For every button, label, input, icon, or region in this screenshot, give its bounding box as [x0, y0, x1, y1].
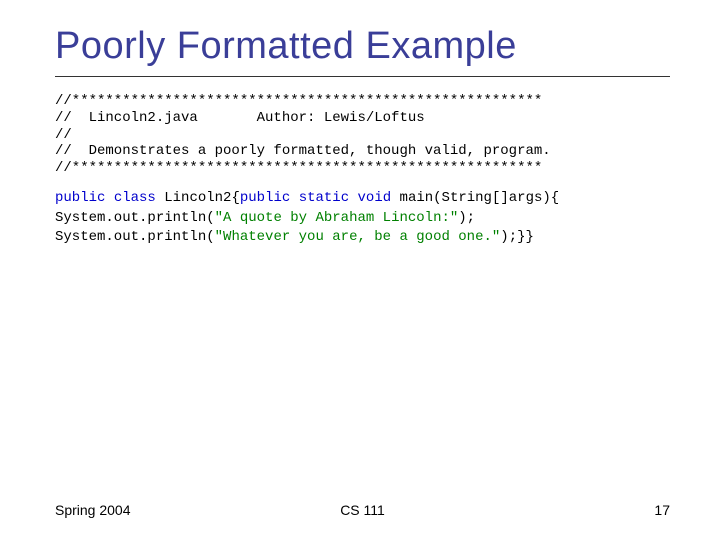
code-body: public class Lincoln2{public static void… [55, 189, 670, 248]
space [156, 190, 164, 206]
println-1b: ); [458, 210, 475, 226]
comment-line-2: // Lincoln2.java Author: Lewis/Loftus [55, 110, 425, 126]
comment-line-3: // [55, 127, 72, 143]
comment-line-4: // Demonstrates a poorly formatted, thou… [55, 143, 551, 159]
println-2a: System.out.println( [55, 229, 215, 245]
footer-left: Spring 2004 [55, 502, 131, 518]
println-2b: );}} [500, 229, 534, 245]
space [105, 190, 113, 206]
class-name: Lincoln2{ [164, 190, 240, 206]
comment-line-5: //**************************************… [55, 160, 542, 176]
string-2: "Whatever you are, be a good one." [215, 229, 501, 245]
kw-static: static [299, 190, 349, 206]
title-rule [55, 76, 670, 77]
footer: Spring 2004 CS 111 17 [55, 502, 670, 518]
space [391, 190, 399, 206]
kw-class: class [114, 190, 156, 206]
kw-public-2: public [240, 190, 290, 206]
println-1a: System.out.println( [55, 210, 215, 226]
main-head: main(String[]args){ [400, 190, 560, 206]
comment-block: //**************************************… [55, 93, 670, 177]
slide-title: Poorly Formatted Example [55, 25, 670, 68]
string-1: "A quote by Abraham Lincoln:" [215, 210, 459, 226]
comment-line-1: //**************************************… [55, 93, 542, 109]
space [349, 190, 357, 206]
kw-void: void [358, 190, 392, 206]
kw-public-1: public [55, 190, 105, 206]
space [290, 190, 298, 206]
footer-center: CS 111 [55, 502, 670, 518]
footer-right: 17 [654, 502, 670, 518]
slide: Poorly Formatted Example //*************… [0, 0, 720, 540]
